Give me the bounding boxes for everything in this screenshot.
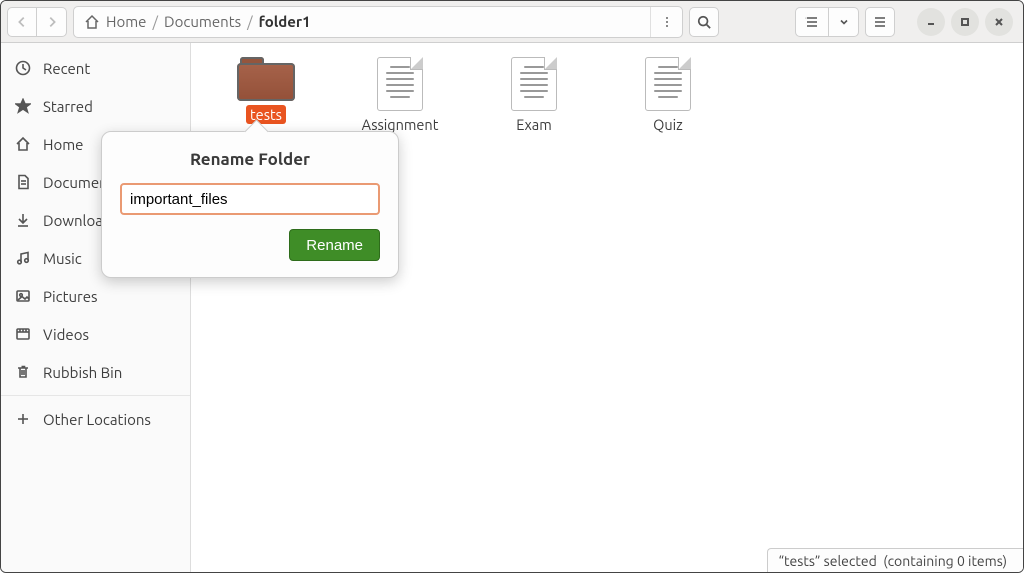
file-item-label: Exam xyxy=(512,115,556,134)
rename-popover: Rename Folder Rename xyxy=(101,131,399,278)
list-view-button[interactable] xyxy=(795,7,829,37)
close-button[interactable] xyxy=(985,8,1013,36)
path-seg-2[interactable]: folder1 xyxy=(259,13,311,30)
sidebar-item-label: Rubbish Bin xyxy=(43,364,122,381)
path-bar: Home / Documents / folder1 xyxy=(73,6,683,38)
rename-title: Rename Folder xyxy=(120,150,380,169)
status-bar: “tests” selected (containing 0 items) xyxy=(767,548,1023,572)
document-icon xyxy=(645,57,691,111)
toolbar: Home / Documents / folder1 xyxy=(1,1,1023,43)
sidebar-item-label: Home xyxy=(43,136,83,153)
back-button[interactable] xyxy=(7,7,37,37)
sidebar-item-label: Other Locations xyxy=(43,411,151,428)
minimize-button[interactable] xyxy=(917,8,945,36)
sidebar-separator xyxy=(1,395,190,396)
sidebar-item-label: Pictures xyxy=(43,288,98,305)
hamburger-menu-button[interactable] xyxy=(865,7,895,37)
path-seg-1[interactable]: Documents xyxy=(164,13,241,30)
file-item-label: tests xyxy=(246,105,286,124)
sidebar-item-other-locations[interactable]: Other Locations xyxy=(1,400,190,438)
path-sep: / xyxy=(247,13,253,30)
sidebar-item-recent[interactable]: Recent xyxy=(1,49,190,87)
sidebar-item-label: Videos xyxy=(43,326,89,343)
nav-buttons xyxy=(7,7,67,37)
status-text: “tests” selected (containing 0 items) xyxy=(778,553,1007,569)
document-icon xyxy=(377,57,423,111)
window-controls xyxy=(911,8,1017,36)
sidebar-item-videos[interactable]: Videos xyxy=(1,315,190,353)
view-toggle xyxy=(795,7,859,37)
view-dropdown-button[interactable] xyxy=(829,7,859,37)
path-sep: / xyxy=(152,13,158,30)
path-seg-0[interactable]: Home xyxy=(106,13,146,30)
maximize-button[interactable] xyxy=(951,8,979,36)
rename-button[interactable]: Rename xyxy=(289,229,380,261)
file-item-label: Quiz xyxy=(649,115,687,134)
rename-input[interactable] xyxy=(120,183,380,215)
sidebar-item-starred[interactable]: Starred xyxy=(1,87,190,125)
document-icon xyxy=(511,57,557,111)
path-segments[interactable]: Home / Documents / folder1 xyxy=(74,13,650,30)
file-item-document[interactable]: Exam xyxy=(489,57,579,134)
file-item-folder[interactable]: tests xyxy=(221,57,311,134)
file-content-area[interactable]: tests Assignment Exam xyxy=(191,43,1023,572)
sidebar: Recent Starred Home Documents Downloads … xyxy=(1,43,191,572)
sidebar-item-label: Starred xyxy=(43,98,93,115)
forward-button[interactable] xyxy=(37,7,67,37)
folder-icon xyxy=(237,57,295,101)
file-item-document[interactable]: Assignment xyxy=(355,57,445,134)
home-icon xyxy=(84,14,100,30)
search-button[interactable] xyxy=(689,7,719,37)
sidebar-item-label: Music xyxy=(43,250,82,267)
file-item-document[interactable]: Quiz xyxy=(623,57,713,134)
sidebar-item-pictures[interactable]: Pictures xyxy=(1,277,190,315)
sidebar-item-trash[interactable]: Rubbish Bin xyxy=(1,353,190,391)
path-menu-button[interactable] xyxy=(650,7,682,37)
sidebar-item-label: Recent xyxy=(43,60,90,77)
